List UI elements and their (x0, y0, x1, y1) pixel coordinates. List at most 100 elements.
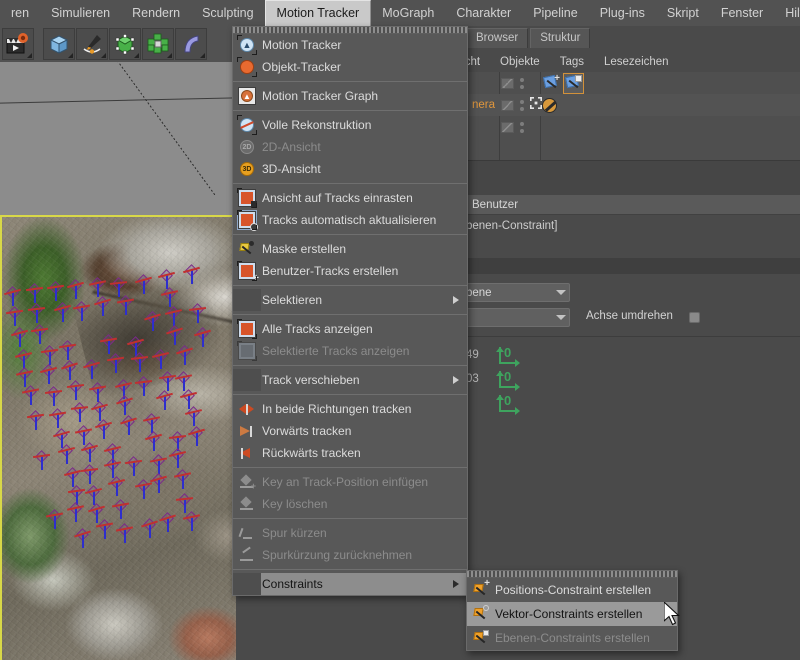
tracker-trail-vertical (115, 481, 118, 497)
attribute-manager-tabbar[interactable]: Benutzer (466, 195, 800, 215)
table-row[interactable]: nera (466, 94, 800, 116)
menubar-item-plug-ins[interactable]: Plug-ins (589, 1, 656, 26)
menu-item-label: Alle Tracks anzeigen (262, 322, 373, 336)
tracker-trail-vertical (187, 394, 190, 410)
menu-item-ansicht-auf-tracks-einrasten[interactable]: Ansicht auf Tracks einrasten (233, 187, 467, 209)
tracker-trail-vertical (34, 415, 37, 431)
show-all-tracks-icon (233, 318, 261, 340)
cube-primitive-icon[interactable] (43, 28, 75, 60)
menubar-item-fenster[interactable]: Fenster (710, 1, 774, 26)
menubar-item-ren[interactable]: ren (0, 1, 40, 26)
visibility-dots-icon[interactable] (520, 121, 524, 133)
viewport-sky-area (0, 62, 236, 216)
pin-plane-selected-icon[interactable] (563, 72, 584, 94)
menu-item-spurkürzung-zurücknehmen: Spurkürzung zurücknehmen (233, 544, 467, 566)
menu-item-label: Motion Tracker (262, 38, 342, 52)
keyframe-badge: 0 (504, 345, 512, 360)
menu-item-benutzer-tracks-erstellen[interactable]: + Benutzer-Tracks erstellen (233, 260, 467, 284)
keyframe-axis-icon[interactable]: 0 (496, 345, 522, 367)
keyframe-axis-icon[interactable]: 0 (496, 370, 522, 391)
menubar-item-hilfe[interactable]: Hilfe (774, 1, 800, 26)
menu-item-selektieren[interactable]: Selektieren (233, 289, 467, 311)
submenu-tearoff-grip[interactable] (467, 571, 677, 578)
constraints-submenu[interactable]: + Positions-Constraint erstellen Vektor-Co… (466, 570, 678, 651)
pen-spline-icon[interactable] (76, 28, 108, 60)
attribute-row-mode: iieren Ebene (420, 283, 800, 305)
menu-item-track-verschieben[interactable]: Track verschieben (233, 369, 467, 391)
menu-item-label: Tracks automatisch aktualisieren (262, 213, 437, 227)
menu-item-rückwärts-tracken[interactable]: Rückwärts tracken (233, 442, 467, 464)
tracking-markers-overlay (2, 217, 236, 660)
object-row-layer-cell[interactable] (501, 96, 542, 114)
menu-item-alle-tracks-anzeigen[interactable]: Alle Tracks anzeigen (233, 318, 467, 340)
visibility-dots-icon[interactable] (520, 77, 524, 89)
menu-item-label: Volle Rekonstruktion (262, 118, 372, 132)
clapperboard-gear-icon[interactable] (2, 28, 34, 60)
visibility-dots-icon[interactable] (520, 99, 524, 111)
table-row[interactable] (466, 116, 800, 138)
menubar-item-skript[interactable]: Skript (656, 1, 710, 26)
om-menu-lesezeichen[interactable]: Lesezeichen (594, 54, 679, 70)
tracker-trail-vertical (74, 284, 77, 300)
tab-browser[interactable]: Browser (466, 28, 529, 48)
menu-item-objekt-tracker[interactable]: Objekt-Tracker (233, 56, 467, 78)
menu-separator (233, 365, 467, 366)
menubar-item-pipeline[interactable]: Pipeline (522, 1, 588, 26)
object-row-tags[interactable] (542, 97, 557, 113)
menu-item-constraints[interactable]: Constraints (233, 573, 467, 595)
motion-tracker-dropdown-menu[interactable]: ▲ Motion Tracker Objekt-Tracker ▲ Motion Tra… (232, 26, 468, 596)
menubar-item-charakter[interactable]: Charakter (445, 1, 522, 26)
submenu-item-positions-constraint-erstellen[interactable]: + Positions-Constraint erstellen (467, 578, 677, 602)
object-manager-list[interactable]: + nera (466, 72, 800, 160)
om-menu-objekte[interactable]: Objekte (490, 54, 550, 70)
footage-plate (0, 215, 236, 660)
menu-tearoff-grip[interactable] (233, 27, 467, 34)
menu-item-vorwärts-tracken[interactable]: Vorwärts tracken (233, 420, 467, 442)
layer-swatch-icon (501, 77, 514, 89)
keyframe-axis-icon[interactable]: 0 (496, 394, 522, 415)
menubar-item-motion-tracker[interactable]: Motion Tracker (264, 0, 372, 26)
flip-axis-label: Achse umdrehen (586, 310, 673, 322)
submenu-item-vektor-constraints-erstellen[interactable]: Vektor-Constraints erstellen (467, 602, 677, 626)
no-entry-icon[interactable] (542, 97, 557, 113)
menubar-item-rendern[interactable]: Rendern (121, 1, 191, 26)
menu-separator (233, 110, 467, 111)
menu-item-motion-tracker-graph[interactable]: ▲ Motion Tracker Graph (233, 85, 467, 107)
menu-item-selektierte-tracks-anzeigen: Selektierte Tracks anzeigen (233, 340, 467, 362)
menu-item-maske-erstellen[interactable]: Maske erstellen (233, 238, 467, 260)
menu-item-label: 2D-Ansicht (262, 140, 321, 154)
pin-vector-icon (467, 602, 495, 626)
menu-item-in-beide-richtungen-tracken[interactable]: In beide Richtungen tracken (233, 398, 467, 420)
menu-item-tracks-automatisch-aktualisieren[interactable]: Tracks automatisch aktualisieren (233, 209, 467, 231)
menu-item-label: Maske erstellen (262, 242, 347, 256)
object-row-layer-cell[interactable] (501, 121, 524, 133)
menu-item-spur-kürzen: Spur kürzen (233, 522, 467, 544)
menu-item-label: Benutzer-Tracks erstellen (262, 264, 399, 278)
menubar-item-simulieren[interactable]: Simulieren (40, 1, 121, 26)
pin-plus-icon[interactable]: + (542, 73, 561, 93)
pin-plus-icon: + (467, 578, 495, 602)
submenu-item-label: Ebenen-Constraints erstellen (495, 631, 650, 645)
nurbs-green-icon[interactable] (109, 28, 141, 60)
menu-item-3d-ansicht[interactable]: 3D 3D-Ansicht (233, 158, 467, 180)
submenu-item-ebenen-constraints-erstellen[interactable]: Ebenen-Constraints erstellen (467, 626, 677, 650)
trim-track-icon (233, 522, 261, 544)
menu-item-volle-rekonstruktion[interactable]: Volle Rekonstruktion (233, 114, 467, 136)
tab-struktur[interactable]: Struktur (530, 28, 591, 48)
array-green-icon[interactable] (142, 28, 174, 60)
keyframe-value-list: 49 0 03 0 0 (466, 345, 666, 417)
object-row-layer-cell[interactable] (501, 77, 524, 89)
table-row[interactable]: + (466, 72, 800, 94)
bend-deformer-icon[interactable] (175, 28, 207, 60)
attribute-tab-benutzer[interactable]: Benutzer (466, 199, 518, 211)
menu-item-motion-tracker[interactable]: ▲ Motion Tracker (233, 34, 467, 56)
om-menu-tags[interactable]: Tags (550, 54, 594, 70)
target-crosshair-icon[interactable] (530, 96, 542, 114)
menubar-item-sculpting[interactable]: Sculpting (191, 1, 264, 26)
tracker-trail-vertical (184, 497, 187, 513)
menu-separator (233, 285, 467, 286)
motion-tracker-viewport[interactable] (0, 62, 236, 660)
object-row-tags[interactable]: + (542, 72, 584, 94)
menubar-item-mograph[interactable]: MoGraph (371, 1, 445, 26)
flip-axis-checkbox[interactable] (689, 312, 700, 323)
